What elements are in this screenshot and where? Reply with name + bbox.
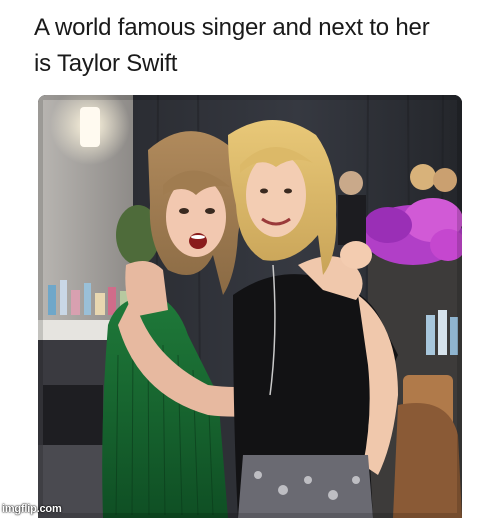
caption-line-1: A world famous singer and next to her	[34, 14, 430, 41]
meme-caption: A world famous singer and next to her is…	[34, 10, 474, 82]
meme-photo	[38, 95, 462, 518]
imgflip-watermark: imgflip.com	[2, 503, 62, 515]
caption-line-2: is Taylor Swift	[34, 50, 178, 77]
photo-illustration	[38, 95, 462, 518]
